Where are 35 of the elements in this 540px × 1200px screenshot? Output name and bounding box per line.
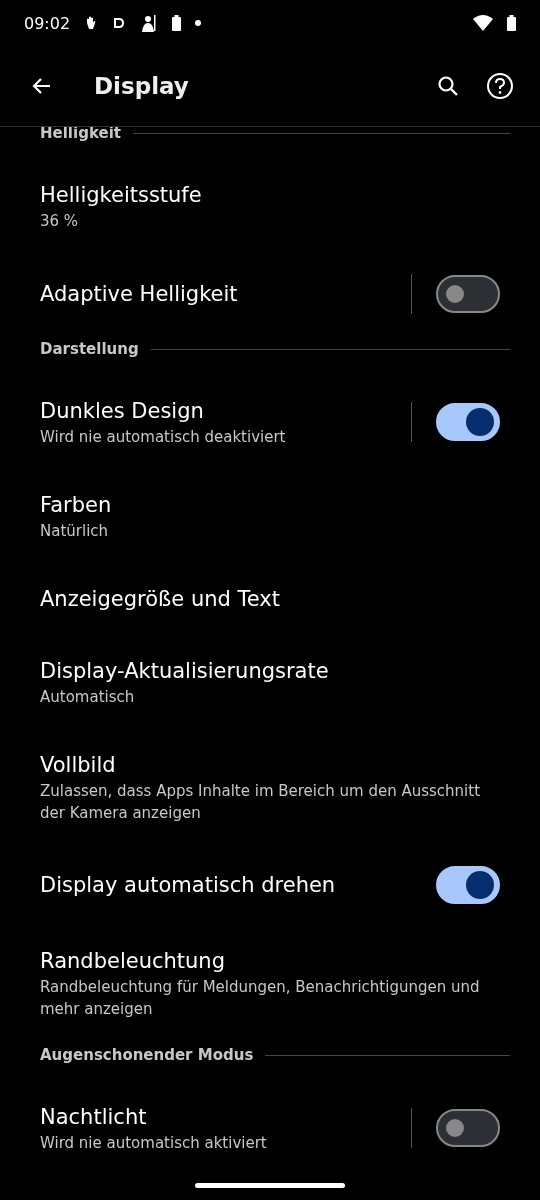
setting-title[interactable]: Anzeigegröße und Text xyxy=(40,584,500,614)
section-header: Helligkeit xyxy=(40,127,121,142)
setting-summary: Automatisch xyxy=(40,687,136,708)
setting-summary: Randbeleuchtung für Meldungen, Benachrichtigungen und mehr anzeigen xyxy=(40,977,481,1020)
dot-icon xyxy=(195,20,202,26)
setting-title[interactable]: Nachtlicht xyxy=(40,1102,387,1132)
page-title: Display xyxy=(94,73,189,99)
section-header: Augenschonender Modus xyxy=(40,1046,254,1064)
battery-icon xyxy=(507,15,516,31)
setting-title[interactable]: Dunkles Design xyxy=(40,396,387,426)
setting-summary: Wird nie automatisch aktiviert xyxy=(40,1133,268,1154)
d-letter-icon xyxy=(112,16,127,30)
toggle-switch[interactable] xyxy=(436,275,500,313)
status-time: 09:02 xyxy=(24,13,71,33)
person-icon xyxy=(140,14,159,32)
toggle-switch[interactable] xyxy=(436,866,500,904)
toggle-switch[interactable] xyxy=(436,403,500,441)
setting-title[interactable]: Display-Aktualisierungsrate xyxy=(40,656,500,686)
setting-summary: 36 % xyxy=(40,211,80,232)
search-icon xyxy=(436,74,460,98)
setting-title[interactable]: Display automatisch drehen xyxy=(40,870,412,900)
setting-title[interactable]: Randbeleuchtung xyxy=(40,946,500,976)
setting-summary: Natürlich xyxy=(40,521,110,542)
section-header: Darstellung xyxy=(40,340,139,358)
setting-title[interactable]: Helligkeitsstufe xyxy=(40,180,500,210)
home-handle[interactable] xyxy=(195,1182,345,1188)
toggle-switch[interactable] xyxy=(436,1109,500,1147)
setting-title[interactable]: Vollbild xyxy=(40,750,500,780)
setting-summary: Wird nie automatisch deaktiviert xyxy=(40,427,287,448)
help-icon xyxy=(486,72,514,100)
battery-icon xyxy=(172,15,182,31)
wifi-icon xyxy=(473,15,493,31)
setting-summary: Zulassen, dass Apps Inhalte im Bereich um den Ausschnitt der Kamera anzeigen xyxy=(40,781,482,824)
setting-title[interactable]: Adaptive Helligkeit xyxy=(40,279,387,309)
setting-title[interactable]: Farben xyxy=(40,490,500,520)
